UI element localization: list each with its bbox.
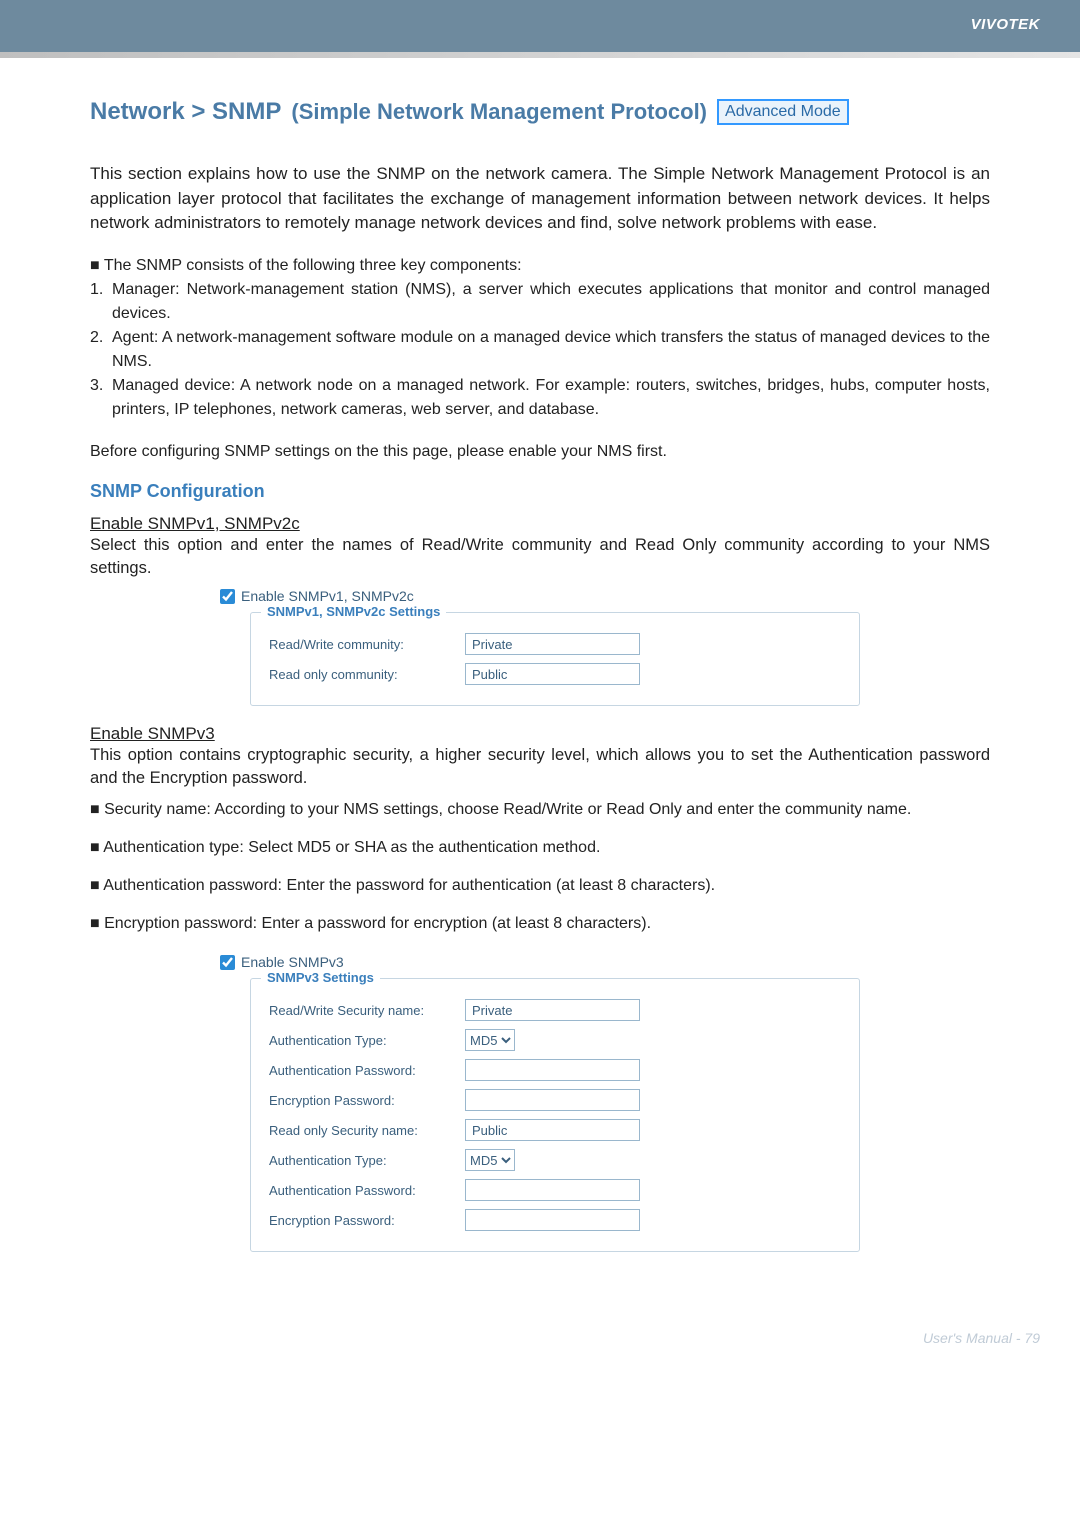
ro-community-label: Read only community: [269,667,449,682]
v3-bullet-auth-type: ■ Authentication type: Select MD5 or SHA… [90,836,990,860]
enc-password-label-2: Encryption Password: [269,1213,449,1228]
components-intro: ■ The SNMP consists of the following thr… [90,254,990,278]
rw-security-name-input[interactable] [465,999,640,1021]
v3-legend: SNMPv3 Settings [261,970,380,985]
ro-security-name-label: Read only Security name: [269,1123,449,1138]
enc-password-input-1[interactable] [465,1089,640,1111]
before-note: Before configuring SNMP settings on the … [90,440,990,463]
enable-v1v2c-checkbox-label: Enable SNMPv1, SNMPv2c [241,588,414,604]
auth-password-label-1: Authentication Password: [269,1063,449,1078]
component-item-1: 1. Manager: Network-management station (… [90,278,990,326]
enc-password-input-2[interactable] [465,1209,640,1231]
footer: User's Manual - 79 [0,1310,1080,1368]
auth-password-input-1[interactable] [465,1059,640,1081]
enable-v3-link: Enable SNMPv3 [90,724,990,744]
header-divider [0,52,1080,58]
page-title-sub: (Simple Network Management Protocol) [291,99,707,125]
section-head-snmp-config: SNMP Configuration [90,481,990,502]
header-bar: VIVOTEK [0,0,1080,52]
rw-community-label: Read/Write community: [269,637,449,652]
auth-type-label-1: Authentication Type: [269,1033,449,1048]
auth-type-select-2[interactable]: MD5 [465,1149,515,1171]
enable-v1v2c-checkbox[interactable] [220,589,235,604]
v1v2c-desc: Select this option and enter the names o… [90,534,990,580]
auth-type-select-1[interactable]: MD5 [465,1029,515,1051]
v3-bullet-security-name: ■ Security name: According to your NMS s… [90,798,990,822]
v3-bullets: ■ Security name: According to your NMS s… [90,798,990,936]
v3-desc: This option contains cryptographic secur… [90,744,990,790]
enc-password-label-1: Encryption Password: [269,1093,449,1108]
component-item-3: 3. Managed device: A network node on a m… [90,374,990,422]
v3-fieldset: SNMPv3 Settings Read/Write Security name… [250,978,860,1252]
intro-paragraph: This section explains how to use the SNM… [90,162,990,236]
page-title-main: Network > SNMP [90,98,281,126]
footer-text: User's Manual - 79 [923,1330,1040,1346]
components-list: ■ The SNMP consists of the following thr… [90,254,990,422]
ro-community-input[interactable] [465,663,640,685]
v1v2c-fieldset: SNMPv1, SNMPv2c Settings Read/Write comm… [250,612,860,706]
auth-password-input-2[interactable] [465,1179,640,1201]
auth-type-label-2: Authentication Type: [269,1153,449,1168]
v3-bullet-auth-password: ■ Authentication password: Enter the pas… [90,874,990,898]
v1v2c-legend: SNMPv1, SNMPv2c Settings [261,604,446,619]
rw-security-name-label: Read/Write Security name: [269,1003,449,1018]
brand-logo: VIVOTEK [971,16,1040,33]
auth-password-label-2: Authentication Password: [269,1183,449,1198]
v3-bullet-enc-password: ■ Encryption password: Enter a password … [90,912,990,936]
rw-community-input[interactable] [465,633,640,655]
enable-v3-checkbox-label: Enable SNMPv3 [241,954,344,970]
enable-v3-checkbox[interactable] [220,955,235,970]
enable-v1v2c-link: Enable SNMPv1, SNMPv2c [90,514,990,534]
advanced-mode-badge: Advanced Mode [717,99,849,125]
ro-security-name-input[interactable] [465,1119,640,1141]
component-item-2: 2. Agent: A network-management software … [90,326,990,374]
